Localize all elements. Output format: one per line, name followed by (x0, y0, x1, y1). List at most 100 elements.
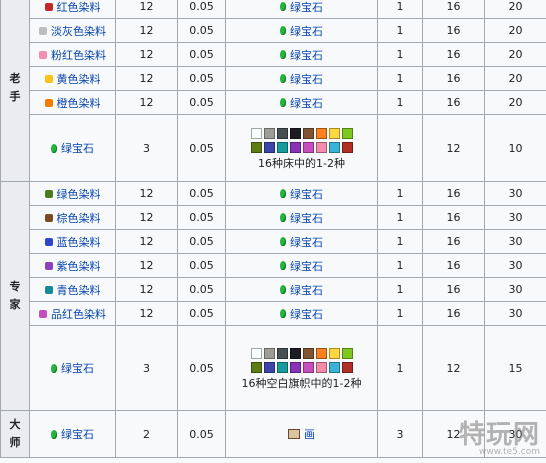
multiplier-cell: 0.05 (177, 90, 226, 115)
payment-link[interactable]: 绿宝石 (290, 23, 323, 39)
bed-swatch-icon (329, 127, 340, 139)
payment-cell: 绿宝石 (225, 66, 378, 91)
payment-cell: 绿宝石 (225, 18, 378, 43)
item-link[interactable]: 红色染料 (57, 0, 101, 15)
payment-cell: 绿宝石 (225, 181, 378, 206)
qty-cell: 12 (115, 181, 178, 206)
payment-link[interactable]: 绿宝石 (290, 258, 323, 274)
payment-link[interactable]: 绿宝石 (290, 186, 323, 202)
swatch-grid (251, 347, 353, 373)
bed-swatch-icon (303, 361, 314, 373)
table-row: 粉红色染料 12 0.05 绿宝石 1 16 20 (1, 42, 546, 67)
bed-swatch-icon (251, 141, 262, 153)
payment-link[interactable]: 绿宝石 (290, 282, 323, 298)
payment-link[interactable]: 绿宝石 (290, 47, 323, 63)
payment-link[interactable]: 绿宝石 (290, 234, 323, 250)
dye-icon (44, 74, 53, 83)
item-link[interactable]: 绿色染料 (57, 186, 101, 202)
table-row: 绿宝石 3 0.05 16种床中的1-2种 1 12 10 (1, 114, 546, 182)
max-uses-cell: 16 (422, 42, 485, 67)
emerald-icon (51, 143, 57, 153)
max-uses-cell: 16 (422, 18, 485, 43)
level-req-cell: 1 (377, 42, 423, 67)
multiplier-cell: 0.05 (177, 277, 226, 302)
bed-swatch-icon (290, 361, 301, 373)
bed-swatch-icon (303, 141, 314, 153)
level-cell: 专家 (0, 181, 30, 411)
item-link[interactable]: 橙色染料 (57, 95, 101, 111)
bed-swatch-icon (290, 347, 301, 359)
payment-link[interactable]: 绿宝石 (290, 210, 323, 226)
payment-link[interactable]: 绿宝石 (290, 95, 323, 111)
table-row: 紫色染料 12 0.05 绿宝石 1 16 30 (1, 253, 546, 278)
multiplier-cell: 0.05 (177, 325, 226, 411)
multiplier-cell: 0.05 (177, 410, 226, 458)
dye-icon (44, 261, 53, 270)
item-cell: 橙色染料 (29, 90, 116, 115)
item-link[interactable]: 棕色染料 (57, 210, 101, 226)
payment-cell: 绿宝石 (225, 301, 378, 326)
max-uses-cell: 16 (422, 181, 485, 206)
payment-text: 16种空白旗帜中的1-2种 (241, 376, 362, 390)
payment-link[interactable]: 绿宝石 (290, 71, 323, 87)
emerald-icon (280, 261, 286, 270)
multiplier-cell: 0.05 (177, 229, 226, 254)
item-cell: 淡灰色染料 (29, 18, 116, 43)
payment-link[interactable]: 绿宝石 (290, 306, 323, 322)
item-link[interactable]: 品红色染料 (51, 306, 106, 322)
emerald-icon (280, 237, 286, 246)
item-link[interactable]: 黄色染料 (57, 71, 101, 87)
trades-table: 老手红色染料 12 0.05 绿宝石 1 16 20 淡灰色染料 12 0.05 绿宝石 1 16 20 粉… (0, 0, 546, 458)
bed-swatch-icon (251, 127, 262, 139)
xp-cell: 20 (484, 66, 546, 91)
max-uses-cell: 16 (422, 66, 485, 91)
payment-link[interactable]: 画 (304, 426, 315, 442)
bed-swatch-icon (303, 127, 314, 139)
item-link[interactable]: 紫色染料 (57, 258, 101, 274)
bed-swatch-icon (251, 361, 262, 373)
bed-swatch-icon (303, 347, 314, 359)
item-cell: 粉红色染料 (29, 42, 116, 67)
dye-icon (39, 50, 47, 59)
item-cell: 蓝色染料 (29, 229, 116, 254)
item-cell: 绿色染料 (29, 181, 116, 206)
xp-cell: 20 (484, 18, 546, 43)
emerald-icon (280, 2, 286, 11)
multiplier-cell: 0.05 (177, 181, 226, 206)
emerald-icon (280, 50, 286, 59)
bed-swatch-icon (277, 127, 288, 139)
table-row: 黄色染料 12 0.05 绿宝石 1 16 20 (1, 66, 546, 91)
level-label: 专家 (9, 280, 21, 311)
qty-cell: 12 (115, 205, 178, 230)
xp-cell: 15 (484, 325, 546, 411)
item-link[interactable]: 绿宝石 (61, 360, 94, 376)
item-link[interactable]: 绿宝石 (61, 426, 94, 442)
xp-cell: 20 (484, 42, 546, 67)
payment-cell: 16种床中的1-2种 (225, 114, 378, 182)
qty-cell: 3 (115, 325, 178, 411)
item-link[interactable]: 蓝色染料 (57, 234, 101, 250)
multiplier-cell: 0.05 (177, 18, 226, 43)
bed-swatch-icon (264, 361, 275, 373)
qty-cell: 12 (115, 253, 178, 278)
item-link[interactable]: 绿宝石 (61, 140, 94, 156)
payment-cell: 绿宝石 (225, 205, 378, 230)
qty-cell: 12 (115, 229, 178, 254)
max-uses-cell: 16 (422, 0, 485, 19)
max-uses-cell: 16 (422, 301, 485, 326)
item-link[interactable]: 青色染料 (57, 282, 101, 298)
emerald-icon (280, 74, 286, 83)
item-link[interactable]: 粉红色染料 (51, 47, 106, 63)
xp-cell: 30 (484, 205, 546, 230)
emerald-icon (280, 189, 286, 198)
max-uses-cell: 12 (422, 114, 485, 182)
level-req-cell: 1 (377, 301, 423, 326)
dye-icon (44, 98, 53, 107)
multiplier-cell: 0.05 (177, 0, 226, 19)
item-link[interactable]: 淡灰色染料 (51, 23, 106, 39)
payment-link[interactable]: 绿宝石 (290, 0, 323, 15)
dye-icon (39, 309, 47, 318)
bed-swatch-icon (342, 141, 353, 153)
qty-cell: 12 (115, 277, 178, 302)
max-uses-cell: 16 (422, 253, 485, 278)
